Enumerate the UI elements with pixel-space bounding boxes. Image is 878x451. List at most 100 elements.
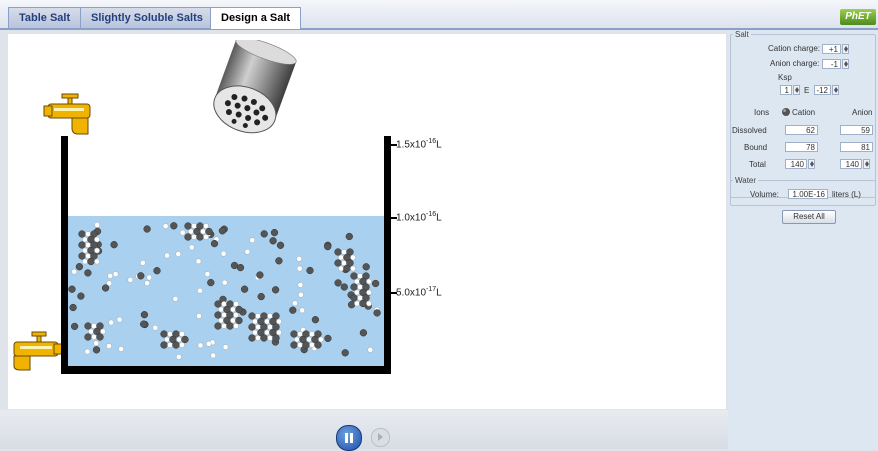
anion-particle [93, 340, 100, 347]
cation-particle [276, 241, 285, 249]
total-cation-field[interactable]: 140 [785, 159, 807, 169]
anion-particle [94, 247, 100, 254]
anion-particle [294, 336, 300, 343]
anion-particle [233, 301, 239, 307]
cation-particle [230, 261, 239, 270]
anion-particle [197, 287, 203, 294]
anion-particle [255, 335, 261, 341]
anion-particle [179, 229, 186, 236]
total-anion-field[interactable]: 140 [840, 159, 862, 169]
anion-particle [197, 342, 204, 349]
anion-particle [354, 278, 360, 285]
cation-particle [96, 333, 104, 341]
cation-particle [101, 284, 110, 292]
volume-field[interactable]: 1.00E-16 [788, 189, 828, 199]
cation-particle [248, 312, 256, 320]
cation-particle [235, 316, 243, 325]
anion-particle [267, 324, 273, 330]
anion-particle [82, 236, 88, 243]
cation-particle [306, 266, 314, 275]
cation-charge-spinner[interactable] [842, 44, 849, 54]
cation-particle [340, 283, 348, 291]
cation-particle [87, 257, 95, 266]
reset-all-button[interactable]: Reset All [782, 210, 836, 224]
ksp-exponent-spinner[interactable] [832, 85, 839, 95]
faucet-out-icon[interactable] [10, 330, 64, 372]
cation-charge-field[interactable]: +1 [822, 44, 841, 54]
cation-particle [334, 259, 342, 267]
cation-particle [214, 322, 222, 330]
anion-particle [82, 247, 88, 254]
bound-anion-field: 81 [840, 142, 873, 152]
anion-particle [233, 323, 239, 329]
anion-particle [357, 284, 363, 290]
anion-particle [233, 312, 239, 318]
anion-particle [230, 306, 236, 313]
ksp-mantissa-spinner[interactable] [793, 85, 800, 95]
tab-slightly-soluble-salts[interactable]: Slightly Soluble Salts [80, 7, 214, 28]
ksp-mantissa-field[interactable]: 1 [780, 85, 792, 95]
cation-particle [78, 241, 86, 249]
total-cation-spinner[interactable] [808, 159, 815, 169]
faucet-in-icon[interactable] [42, 92, 94, 136]
anion-particle [205, 340, 212, 347]
cation-particle [260, 230, 268, 238]
anion-particle [204, 271, 211, 277]
anion-particle [106, 343, 112, 349]
anion-particle [264, 329, 270, 336]
anion-particle [176, 336, 182, 343]
anion-particle [164, 252, 170, 259]
ksp-exponent-field[interactable]: -12 [814, 85, 831, 95]
anion-particle [140, 260, 146, 266]
cation-particle [314, 341, 322, 349]
step-button[interactable] [371, 428, 390, 447]
cation-particle [170, 222, 178, 230]
cation-particle [359, 299, 367, 308]
cation-particle [84, 269, 92, 277]
water-group-title: Water [733, 176, 759, 185]
anion-charge-field[interactable]: -1 [822, 59, 841, 69]
anion-particle [94, 236, 100, 243]
tab-bar: Table Salt Slightly Soluble Salts Design… [0, 0, 878, 30]
pause-button[interactable] [336, 425, 362, 451]
cation-particle [69, 303, 77, 312]
total-label: Total [749, 160, 766, 169]
tab-design-a-salt[interactable]: Design a Salt [210, 7, 302, 29]
anion-particle [267, 313, 273, 319]
total-anion-spinner[interactable] [863, 159, 870, 169]
anion-particle [112, 271, 119, 277]
cation-particle [153, 267, 161, 275]
anion-particle [88, 328, 94, 335]
anion-particle [296, 265, 303, 272]
salt-shaker-icon[interactable] [196, 40, 314, 152]
cation-particle [235, 305, 243, 314]
tab-table-salt[interactable]: Table Salt [8, 7, 82, 28]
cation-particle [334, 279, 342, 287]
cation-particle [260, 334, 268, 342]
anion-particle [366, 289, 372, 296]
cation-particle [70, 322, 79, 331]
cation-particle [214, 311, 222, 319]
anion-charge-spinner[interactable] [842, 59, 849, 69]
anion-particle [367, 347, 374, 353]
cation-particle [75, 263, 84, 271]
dissolved-label: Dissolved [732, 126, 767, 135]
cation-particle [324, 334, 332, 343]
anion-particle [252, 318, 258, 325]
anion-particle [85, 253, 91, 259]
cation-particle [184, 222, 192, 230]
bound-label: Bound [744, 143, 768, 152]
anion-particle [296, 255, 302, 262]
beaker-left-wall [61, 136, 68, 374]
cation-particle [350, 283, 358, 291]
anion-particle [172, 295, 179, 302]
cation-particle [172, 341, 180, 349]
cation-particle [218, 227, 227, 235]
anion-particle [267, 335, 273, 341]
anion-particle [179, 342, 185, 348]
cation-particle [289, 306, 297, 314]
anion-particle [85, 231, 91, 237]
anion-particle [297, 331, 303, 337]
anion-particle [108, 319, 115, 326]
cation-ion-icon [782, 108, 790, 116]
